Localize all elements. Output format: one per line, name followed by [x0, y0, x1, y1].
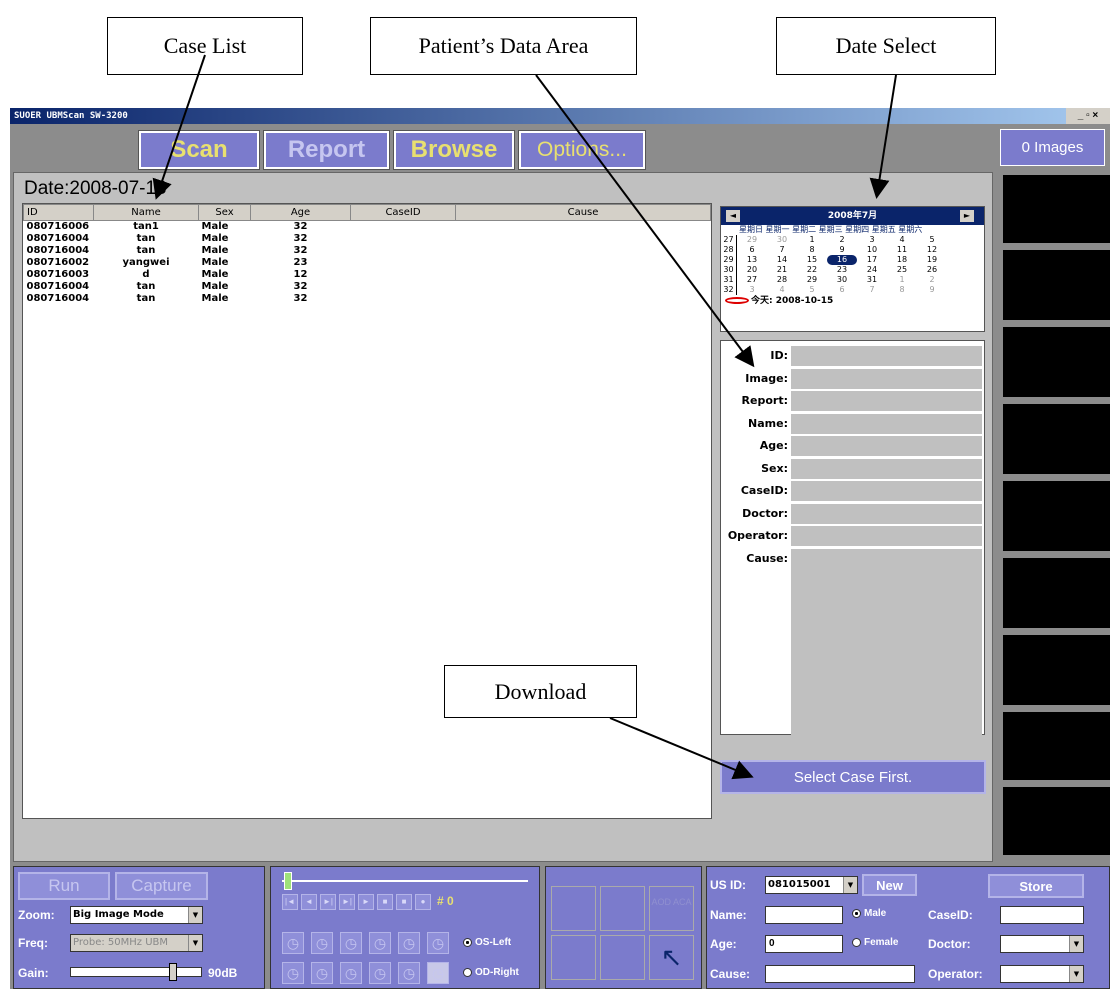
case-list-arrow: [152, 54, 206, 200]
patient-data-arrow: [535, 74, 755, 368]
download-arrow: [609, 717, 754, 780]
date-select-arrow: [869, 74, 897, 199]
callout-arrows: [152, 54, 897, 780]
